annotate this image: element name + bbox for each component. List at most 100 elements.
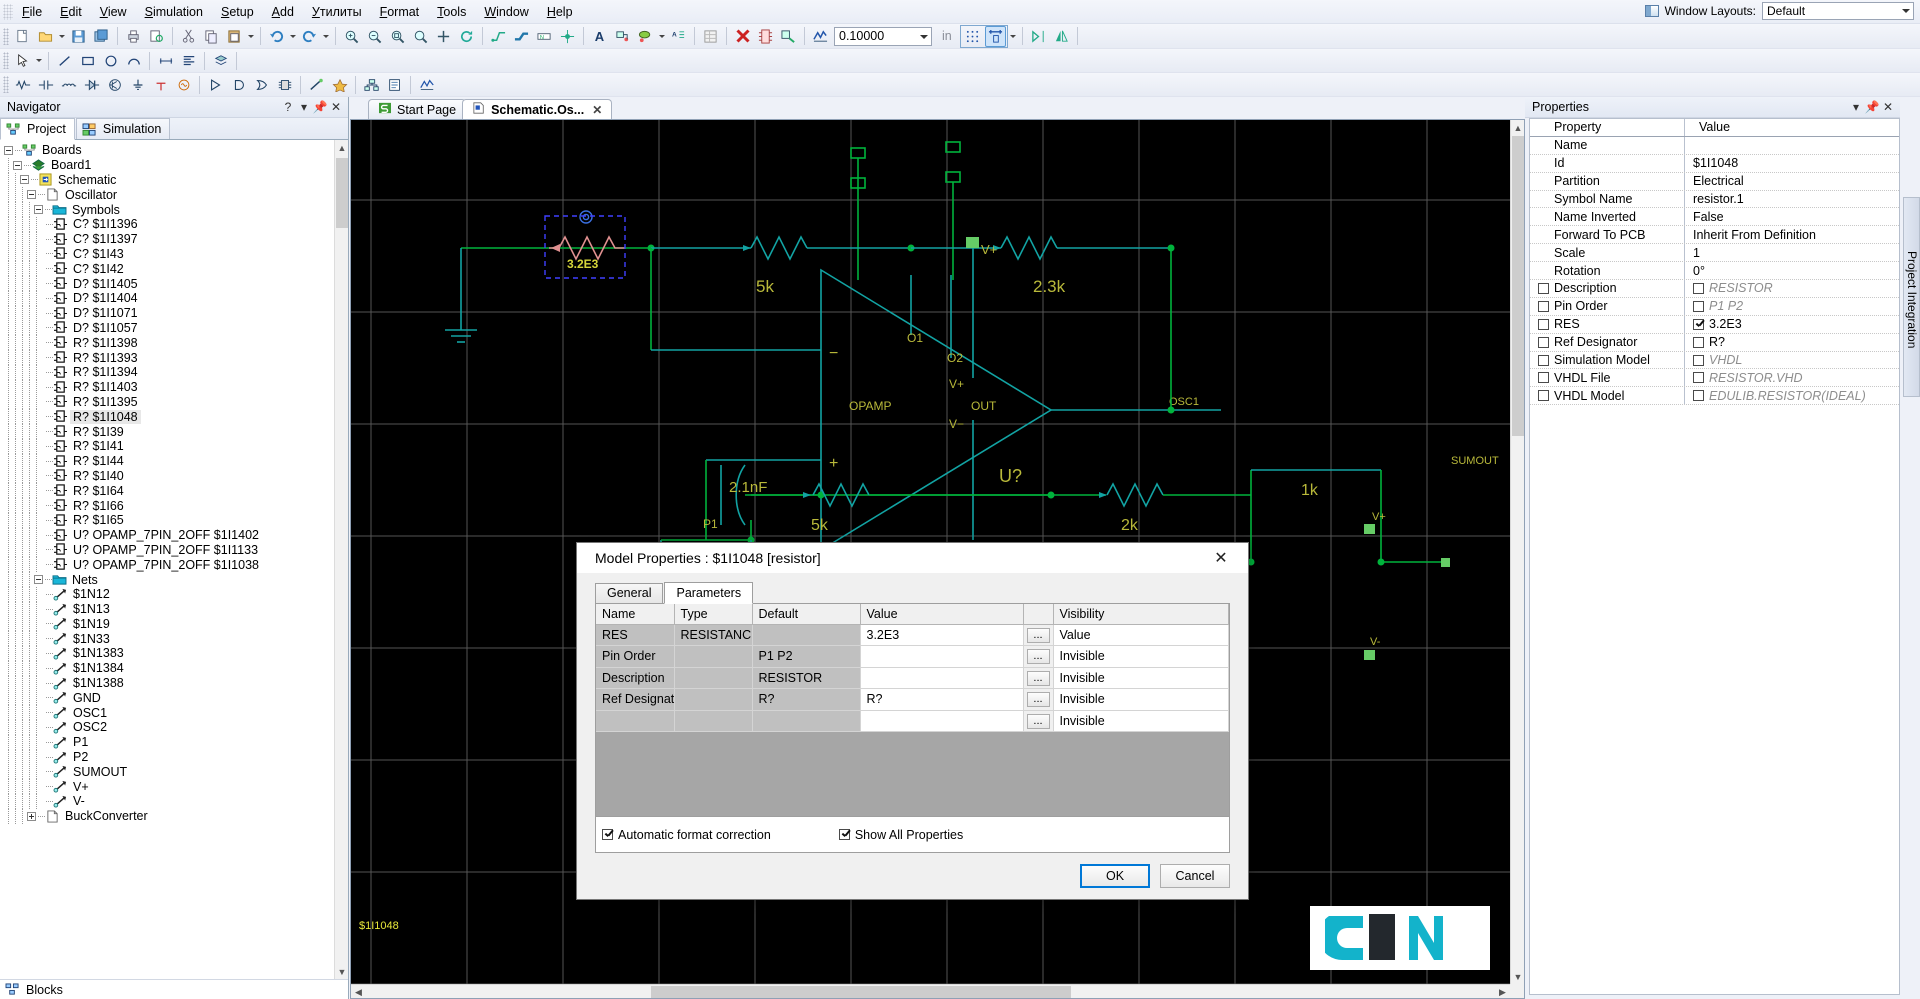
property-value-cell[interactable]: 3.2E3 bbox=[1685, 316, 1899, 333]
parameters-column-header[interactable]: Default bbox=[752, 604, 861, 625]
paste-icon[interactable] bbox=[224, 26, 245, 47]
bom-icon[interactable] bbox=[700, 26, 721, 47]
property-value-cell[interactable]: $1I1048 bbox=[1685, 155, 1899, 172]
tree-item[interactable]: V+ bbox=[0, 779, 348, 795]
parameters-column-header[interactable]: Type bbox=[674, 604, 753, 625]
parameters-cell-visibility[interactable]: Invisible bbox=[1053, 710, 1229, 732]
menu-item-view[interactable]: View bbox=[91, 2, 136, 22]
tree-item[interactable]: C? $1I1397 bbox=[0, 231, 348, 247]
document-tab-schematic[interactable]: Schematic.Os... ✕ bbox=[462, 99, 613, 119]
pin-icon[interactable]: 📌 bbox=[1864, 99, 1880, 115]
property-row[interactable]: Name bbox=[1530, 136, 1899, 155]
cancel-button[interactable]: Cancel bbox=[1160, 864, 1230, 888]
resistor-icon[interactable] bbox=[12, 74, 33, 95]
canvas-horizontal-scrollbar[interactable]: ◀ ▶ bbox=[351, 984, 1510, 998]
parameters-column-header[interactable]: Name bbox=[596, 604, 675, 625]
open-icon[interactable] bbox=[35, 26, 56, 47]
checkbox-icon[interactable] bbox=[1693, 354, 1704, 366]
tree-expander[interactable] bbox=[34, 575, 43, 584]
bus-icon[interactable] bbox=[511, 26, 532, 47]
probe-icon[interactable] bbox=[306, 74, 327, 95]
checkbox-icon[interactable] bbox=[1693, 318, 1704, 330]
tree-expander[interactable] bbox=[20, 175, 29, 185]
tree-item[interactable]: $1N33 bbox=[0, 631, 348, 647]
ellipsis-button[interactable]: ... bbox=[1026, 649, 1050, 665]
property-row[interactable]: Forward To PCB Inherit From Definition bbox=[1530, 226, 1899, 245]
ok-button[interactable]: OK bbox=[1080, 864, 1150, 888]
menu-item-add[interactable]: Add bbox=[263, 2, 303, 22]
menu-item-window[interactable]: Window bbox=[475, 2, 537, 22]
checkbox-icon[interactable] bbox=[1693, 372, 1704, 384]
close-icon[interactable]: ✕ bbox=[328, 99, 344, 115]
toolbar-grip[interactable] bbox=[3, 52, 9, 69]
tree-expander[interactable] bbox=[4, 145, 13, 155]
transistor-icon[interactable] bbox=[104, 74, 125, 95]
checkbox-icon[interactable] bbox=[1538, 354, 1549, 366]
marker-icon[interactable] bbox=[329, 74, 350, 95]
property-row[interactable]: Description RESISTOR bbox=[1530, 280, 1899, 298]
dialog-tab-general[interactable]: General bbox=[595, 583, 664, 603]
scroll-left-icon[interactable]: ◀ bbox=[351, 985, 366, 999]
property-value-cell[interactable]: R? bbox=[1685, 334, 1899, 351]
property-row[interactable]: VHDL Model EDULIB.RESISTOR(IDEAL) bbox=[1530, 387, 1899, 406]
property-value-cell[interactable]: VHDL bbox=[1685, 352, 1899, 369]
scroll-thumb-horizontal[interactable] bbox=[651, 986, 1071, 998]
tree-item[interactable]: R? $1I1394 bbox=[0, 364, 348, 380]
checkbox-icon[interactable] bbox=[1538, 300, 1549, 312]
tree-item[interactable]: C? $1I1396 bbox=[0, 216, 348, 232]
property-value-cell[interactable]: Inherit From Definition bbox=[1685, 226, 1899, 243]
ground-icon[interactable] bbox=[127, 74, 148, 95]
tree-item[interactable]: V- bbox=[0, 793, 348, 809]
redo-dropdown-icon[interactable] bbox=[321, 26, 331, 47]
property-row[interactable]: Simulation Model VHDL bbox=[1530, 351, 1899, 370]
menu-item-setup[interactable]: Setup bbox=[212, 2, 263, 22]
property-value-cell[interactable]: RESISTOR bbox=[1685, 280, 1899, 297]
checkbox-icon[interactable] bbox=[1693, 336, 1704, 348]
property-row[interactable]: RES 3.2E3 bbox=[1530, 315, 1899, 334]
inductor-icon[interactable] bbox=[58, 74, 79, 95]
tree-item[interactable]: C? $1I43 bbox=[0, 246, 348, 262]
property-row[interactable]: Name Inverted False bbox=[1530, 208, 1899, 227]
property-row[interactable]: Ref Designator R? bbox=[1530, 333, 1899, 352]
analysis-icon[interactable] bbox=[416, 74, 437, 95]
property-row[interactable]: Symbol Name resistor.1 bbox=[1530, 190, 1899, 209]
tree-item[interactable]: BuckConverter bbox=[0, 808, 348, 824]
pointer-dropdown-icon[interactable] bbox=[34, 50, 44, 71]
gate-or-icon[interactable] bbox=[251, 74, 272, 95]
checkbox-icon[interactable] bbox=[1538, 372, 1549, 384]
redo-icon[interactable] bbox=[299, 26, 320, 47]
tree-item[interactable]: U? OPAMP_7PIN_2OFF $1I1402 bbox=[0, 527, 348, 543]
save-icon[interactable] bbox=[68, 26, 89, 47]
navigator-tab-simulation[interactable]: Simulation bbox=[75, 118, 171, 139]
property-row[interactable]: Partition Electrical bbox=[1530, 172, 1899, 191]
grid-dropdown-icon[interactable] bbox=[1008, 26, 1018, 47]
hierarchy-icon[interactable] bbox=[361, 74, 382, 95]
property-value-cell[interactable]: EDULIB.RESISTOR(IDEAL) bbox=[1685, 387, 1899, 404]
place-symbol-icon[interactable] bbox=[635, 26, 656, 47]
tree-item[interactable]: SUMOUT bbox=[0, 764, 348, 780]
source-icon[interactable] bbox=[173, 74, 194, 95]
tree-item[interactable]: D? $1I1057 bbox=[0, 320, 348, 336]
dimension-icon[interactable] bbox=[155, 50, 176, 71]
flip-icon[interactable] bbox=[1051, 26, 1072, 47]
new-icon[interactable] bbox=[12, 26, 33, 47]
tree-item[interactable]: OSC2 bbox=[0, 719, 348, 735]
tree-item[interactable]: $1N1383 bbox=[0, 646, 348, 661]
copy-icon[interactable] bbox=[201, 26, 222, 47]
parameters-cell-visibility[interactable]: Invisible bbox=[1053, 667, 1229, 689]
undo-dropdown-icon[interactable] bbox=[288, 26, 298, 47]
scroll-thumb-vertical[interactable] bbox=[1512, 136, 1524, 436]
tree-item[interactable]: $1N1388 bbox=[0, 675, 348, 691]
tree-item[interactable]: Boards bbox=[0, 143, 348, 158]
rect-icon[interactable] bbox=[77, 50, 98, 71]
open-dropdown-icon[interactable] bbox=[57, 26, 67, 47]
tree-item[interactable]: C? $1I42 bbox=[0, 261, 348, 277]
paste-dropdown-icon[interactable] bbox=[246, 26, 256, 47]
undo-icon[interactable] bbox=[266, 26, 287, 47]
scroll-right-icon[interactable]: ▶ bbox=[1495, 985, 1510, 999]
zoom-out-icon[interactable] bbox=[364, 26, 385, 47]
mirror-icon[interactable] bbox=[1028, 26, 1049, 47]
arc-icon[interactable] bbox=[123, 50, 144, 71]
parameters-cell-value[interactable] bbox=[860, 710, 1024, 732]
grid-dots-icon[interactable] bbox=[962, 26, 983, 47]
